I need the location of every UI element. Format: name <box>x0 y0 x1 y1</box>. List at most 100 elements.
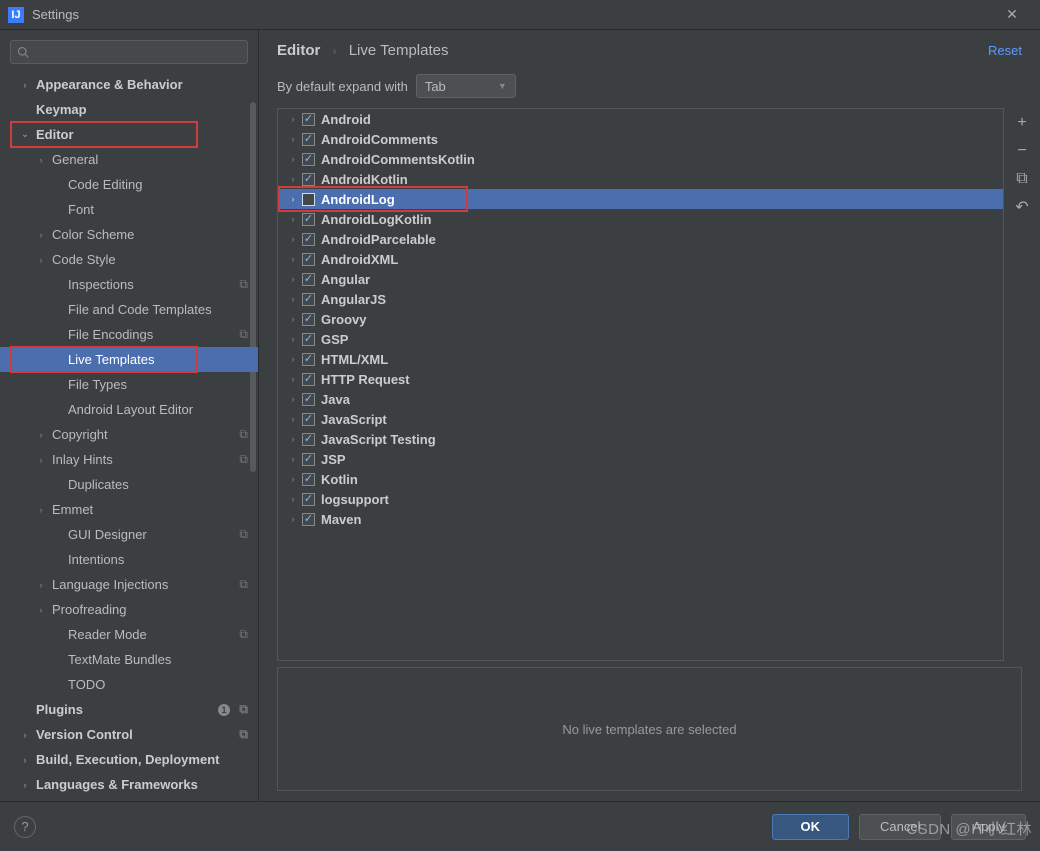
sidebar-item[interactable]: ›Proofreading <box>0 597 258 622</box>
expand-label: By default expand with <box>277 79 408 94</box>
template-checkbox[interactable] <box>302 253 315 266</box>
template-group[interactable]: ›JavaScript <box>278 409 1003 429</box>
cancel-button[interactable]: Cancel <box>859 814 941 840</box>
sidebar-item[interactable]: Font <box>0 197 258 222</box>
sidebar-item[interactable]: Code Editing <box>0 172 258 197</box>
sidebar-item[interactable]: File Types <box>0 372 258 397</box>
sidebar-item[interactable]: ›Languages & Frameworks <box>0 772 258 797</box>
sidebar-item[interactable]: Inspections⧉ <box>0 272 258 297</box>
sidebar-item[interactable]: Keymap <box>0 97 258 122</box>
apply-button[interactable]: Apply <box>951 814 1026 840</box>
template-checkbox[interactable] <box>302 313 315 326</box>
sidebar-item-label: Duplicates <box>68 477 129 492</box>
template-list[interactable]: ›Android›AndroidComments›AndroidComments… <box>277 108 1004 661</box>
sidebar-item[interactable]: ›Inlay Hints⧉ <box>0 447 258 472</box>
sidebar-item[interactable]: ›General <box>0 147 258 172</box>
sidebar-item[interactable]: Android Layout Editor <box>0 397 258 422</box>
template-checkbox[interactable] <box>302 393 315 406</box>
template-checkbox[interactable] <box>302 173 315 186</box>
app-icon: IJ <box>8 7 24 23</box>
template-group[interactable]: ›AndroidLog <box>278 189 1003 209</box>
template-group[interactable]: ›Maven <box>278 509 1003 529</box>
template-group[interactable]: ›AngularJS <box>278 289 1003 309</box>
template-group[interactable]: ›GSP <box>278 329 1003 349</box>
template-label: AndroidLogKotlin <box>321 212 431 227</box>
titlebar: IJ Settings ✕ <box>0 0 1040 30</box>
template-checkbox[interactable] <box>302 413 315 426</box>
template-checkbox[interactable] <box>302 193 315 206</box>
template-checkbox[interactable] <box>302 453 315 466</box>
sidebar-item[interactable]: File Encodings⧉ <box>0 322 258 347</box>
template-checkbox[interactable] <box>302 473 315 486</box>
template-checkbox[interactable] <box>302 333 315 346</box>
scope-icon: ⧉ <box>239 577 248 592</box>
add-button[interactable]: + <box>1011 112 1033 134</box>
template-group[interactable]: ›logsupport <box>278 489 1003 509</box>
search-field[interactable] <box>33 45 241 59</box>
sidebar-item[interactable]: TODO <box>0 672 258 697</box>
scope-icon: ⧉ <box>239 327 248 342</box>
sidebar-item[interactable]: File and Code Templates <box>0 297 258 322</box>
sidebar-item[interactable]: ›Language Injections⧉ <box>0 572 258 597</box>
template-checkbox[interactable] <box>302 513 315 526</box>
search-input[interactable] <box>10 40 248 64</box>
template-group[interactable]: ›AndroidXML <box>278 249 1003 269</box>
template-checkbox[interactable] <box>302 373 315 386</box>
template-group[interactable]: ›Kotlin <box>278 469 1003 489</box>
sidebar-item[interactable]: Reader Mode⧉ <box>0 622 258 647</box>
revert-button[interactable]: ↶ <box>1011 196 1033 218</box>
sidebar-item-label: Live Templates <box>68 352 154 367</box>
sidebar-item[interactable]: ⌄Editor <box>0 122 258 147</box>
chevron-icon: › <box>288 174 298 184</box>
sidebar-item[interactable]: ›Appearance & Behavior <box>0 72 258 97</box>
template-group[interactable]: ›AndroidCommentsKotlin <box>278 149 1003 169</box>
sidebar-item[interactable]: TextMate Bundles <box>0 647 258 672</box>
sidebar-item[interactable]: ›Version Control⧉ <box>0 722 258 747</box>
sidebar-item-label: Version Control <box>36 727 133 742</box>
template-group[interactable]: ›HTTP Request <box>278 369 1003 389</box>
template-group[interactable]: ›AndroidParcelable <box>278 229 1003 249</box>
template-checkbox[interactable] <box>302 113 315 126</box>
template-checkbox[interactable] <box>302 133 315 146</box>
template-checkbox[interactable] <box>302 213 315 226</box>
template-checkbox[interactable] <box>302 433 315 446</box>
breadcrumb-root[interactable]: Editor <box>277 42 320 59</box>
template-group[interactable]: ›AndroidLogKotlin <box>278 209 1003 229</box>
sidebar-item[interactable]: Plugins1⧉ <box>0 697 258 722</box>
sidebar-item-label: Font <box>68 202 94 217</box>
sidebar-item[interactable]: GUI Designer⧉ <box>0 522 258 547</box>
sidebar-item[interactable]: ›Emmet <box>0 497 258 522</box>
template-checkbox[interactable] <box>302 353 315 366</box>
sidebar-item[interactable]: ›Code Style <box>0 247 258 272</box>
close-button[interactable]: ✕ <box>992 6 1032 23</box>
ok-button[interactable]: OK <box>772 814 850 840</box>
sidebar-item[interactable]: Live Templates <box>0 347 258 372</box>
sidebar-item[interactable]: Duplicates <box>0 472 258 497</box>
chevron-icon: ⌄ <box>20 129 30 140</box>
template-checkbox[interactable] <box>302 493 315 506</box>
help-button[interactable]: ? <box>14 816 36 838</box>
template-checkbox[interactable] <box>302 273 315 286</box>
template-checkbox[interactable] <box>302 293 315 306</box>
sidebar-item[interactable]: ›Color Scheme <box>0 222 258 247</box>
template-group[interactable]: ›AndroidComments <box>278 129 1003 149</box>
template-group[interactable]: ›Android <box>278 109 1003 129</box>
copy-button[interactable]: ⧉ <box>1011 168 1033 190</box>
expand-select[interactable]: Tab ▼ <box>416 74 516 98</box>
sidebar-item[interactable]: ›Copyright⧉ <box>0 422 258 447</box>
template-group[interactable]: ›Java <box>278 389 1003 409</box>
settings-tree[interactable]: ›Appearance & BehaviorKeymap⌄Editor›Gene… <box>0 72 258 801</box>
template-group[interactable]: ›JavaScript Testing <box>278 429 1003 449</box>
template-group[interactable]: ›HTML/XML <box>278 349 1003 369</box>
template-group[interactable]: ›Groovy <box>278 309 1003 329</box>
template-group[interactable]: ›AndroidKotlin <box>278 169 1003 189</box>
breadcrumb: Editor › Live Templates <box>277 42 988 59</box>
remove-button[interactable]: − <box>1011 140 1033 162</box>
reset-link[interactable]: Reset <box>988 43 1022 58</box>
template-checkbox[interactable] <box>302 233 315 246</box>
sidebar-item[interactable]: ›Build, Execution, Deployment <box>0 747 258 772</box>
template-group[interactable]: ›JSP <box>278 449 1003 469</box>
sidebar-item[interactable]: Intentions <box>0 547 258 572</box>
template-group[interactable]: ›Angular <box>278 269 1003 289</box>
template-checkbox[interactable] <box>302 153 315 166</box>
